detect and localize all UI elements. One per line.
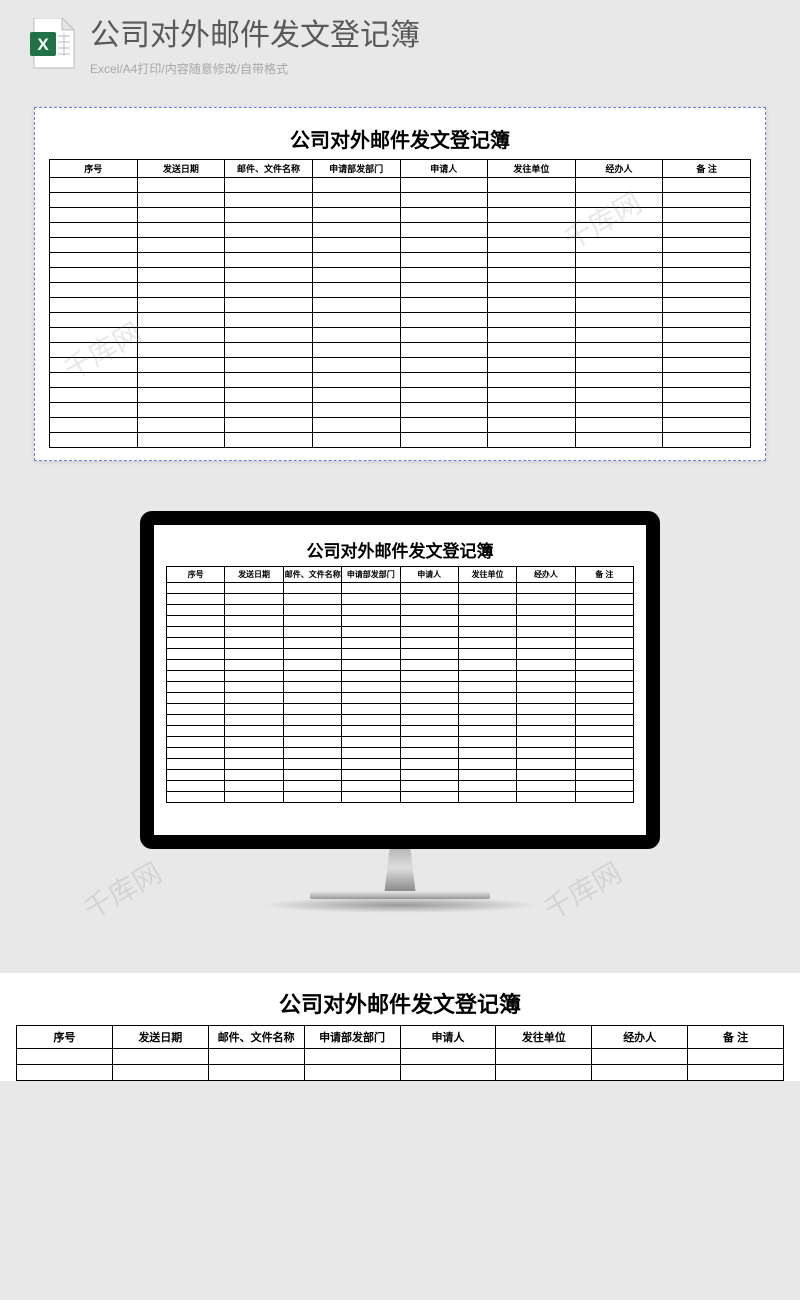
template-header: X 公司对外邮件发文登记簿 Excel/A4打印/内容随意修改/自带格式 [0, 0, 800, 89]
table-row [167, 616, 634, 627]
table-row [50, 373, 751, 388]
column-header: 备 注 [575, 567, 633, 583]
column-header: 申请人 [400, 567, 458, 583]
table-row [167, 781, 634, 792]
table-row [167, 605, 634, 616]
column-header: 申请部发部门 [312, 160, 400, 178]
table-row [50, 403, 751, 418]
monitor-preview: 公司对外邮件发文登记簿 序号发送日期邮件、文件名称申请部发部门申请人发往单位经办… [140, 511, 660, 913]
table-row [167, 649, 634, 660]
table-row [167, 671, 634, 682]
table-row [167, 748, 634, 759]
column-header: 发送日期 [137, 160, 225, 178]
table-row [167, 704, 634, 715]
register-table: 公司对外邮件发文登记簿 序号发送日期邮件、文件名称申请部发部门申请人发往单位经办… [16, 983, 784, 1081]
table-row [167, 770, 634, 781]
monitor-screen: 公司对外邮件发文登记簿 序号发送日期邮件、文件名称申请部发部门申请人发往单位经办… [154, 525, 646, 835]
zoom-preview: 公司对外邮件发文登记簿 序号发送日期邮件、文件名称申请部发部门申请人发往单位经办… [0, 973, 800, 1081]
column-header: 序号 [50, 160, 138, 178]
register-table: 公司对外邮件发文登记簿 序号发送日期邮件、文件名称申请部发部门申请人发往单位经办… [49, 120, 751, 448]
register-table: 公司对外邮件发文登记簿 序号发送日期邮件、文件名称申请部发部门申请人发往单位经办… [166, 535, 634, 803]
column-header: 发送日期 [112, 1026, 208, 1049]
table-row [50, 418, 751, 433]
table-row [167, 792, 634, 803]
column-header: 发往单位 [496, 1026, 592, 1049]
table-row [167, 638, 634, 649]
column-header: 发往单位 [458, 567, 516, 583]
table-row [17, 1065, 784, 1081]
table-row [167, 737, 634, 748]
table-row [17, 1049, 784, 1065]
column-header: 经办人 [575, 160, 663, 178]
table-row [50, 253, 751, 268]
table-row [167, 627, 634, 638]
column-header: 申请部发部门 [342, 567, 400, 583]
template-subtitle: Excel/A4打印/内容随意修改/自带格式 [90, 60, 770, 77]
table-row [50, 223, 751, 238]
monitor-shadow [260, 897, 540, 913]
table-title: 公司对外邮件发文登记簿 [167, 535, 634, 567]
column-header: 序号 [17, 1026, 113, 1049]
column-header: 邮件、文件名称 [208, 1026, 304, 1049]
column-header: 经办人 [592, 1026, 688, 1049]
template-title: 公司对外邮件发文登记簿 [90, 18, 770, 54]
table-row [167, 594, 634, 605]
column-header: 邮件、文件名称 [283, 567, 341, 583]
column-header: 申请部发部门 [304, 1026, 400, 1049]
table-row [167, 715, 634, 726]
table-row [167, 583, 634, 594]
table-row [50, 358, 751, 373]
table-row [50, 208, 751, 223]
table-row [50, 283, 751, 298]
table-row [167, 660, 634, 671]
table-row [167, 693, 634, 704]
table-row [50, 343, 751, 358]
table-row [50, 433, 751, 448]
table-row [167, 682, 634, 693]
table-row [50, 178, 751, 193]
table-header-row: 序号发送日期邮件、文件名称申请部发部门申请人发往单位经办人备 注 [17, 1026, 784, 1049]
column-header: 申请人 [400, 160, 488, 178]
table-row [167, 759, 634, 770]
table-header-row: 序号发送日期邮件、文件名称申请部发部门申请人发往单位经办人备 注 [50, 160, 751, 178]
paper-preview: 公司对外邮件发文登记簿 序号发送日期邮件、文件名称申请部发部门申请人发往单位经办… [34, 107, 766, 461]
column-header: 经办人 [517, 567, 575, 583]
table-row [50, 388, 751, 403]
table-title: 公司对外邮件发文登记簿 [50, 120, 751, 160]
table-row [50, 328, 751, 343]
column-header: 备 注 [663, 160, 751, 178]
monitor-stand [365, 849, 435, 891]
table-row [167, 726, 634, 737]
column-header: 发送日期 [225, 567, 283, 583]
table-row [50, 268, 751, 283]
svg-text:X: X [37, 35, 49, 54]
table-row [50, 238, 751, 253]
column-header: 备 注 [688, 1026, 784, 1049]
table-row [50, 193, 751, 208]
column-header: 发往单位 [488, 160, 576, 178]
monitor-bezel: 公司对外邮件发文登记簿 序号发送日期邮件、文件名称申请部发部门申请人发往单位经办… [140, 511, 660, 849]
table-row [50, 313, 751, 328]
table-title: 公司对外邮件发文登记簿 [17, 983, 784, 1026]
column-header: 序号 [167, 567, 225, 583]
column-header: 申请人 [400, 1026, 496, 1049]
table-header-row: 序号发送日期邮件、文件名称申请部发部门申请人发往单位经办人备 注 [167, 567, 634, 583]
column-header: 邮件、文件名称 [225, 160, 313, 178]
excel-file-icon: X [30, 18, 76, 70]
table-row [50, 298, 751, 313]
